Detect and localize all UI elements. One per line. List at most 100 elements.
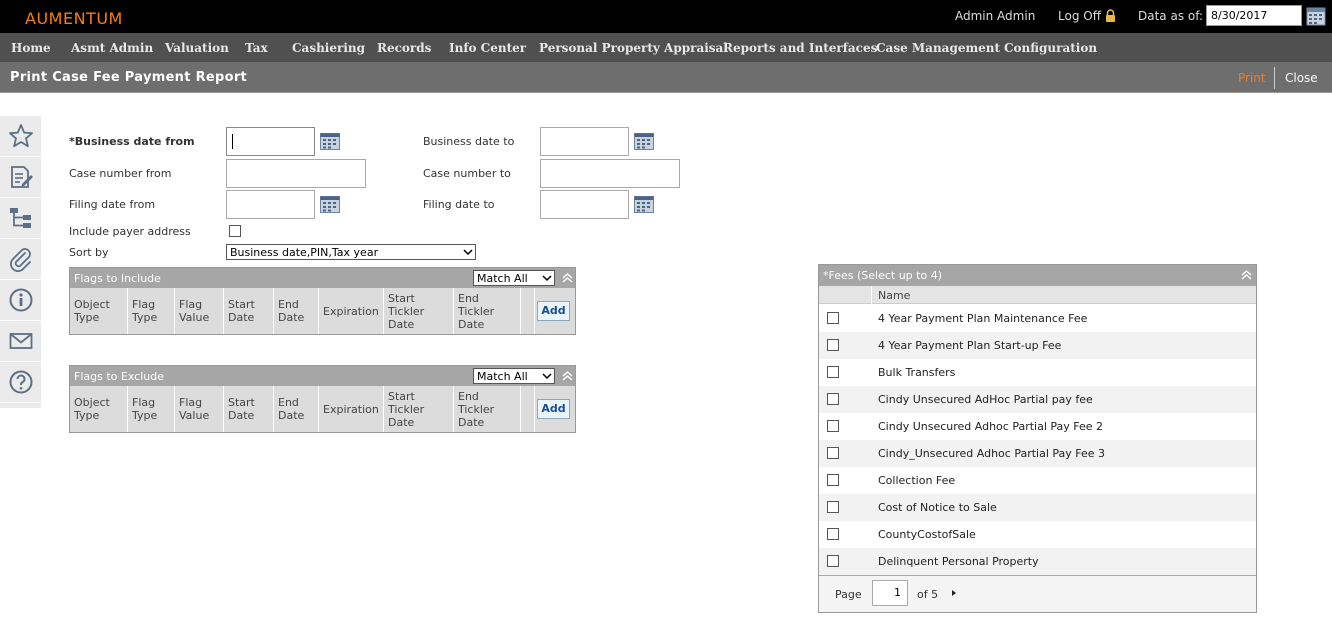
include-payer-address-checkbox[interactable] (229, 225, 241, 237)
fee-name: Cindy_Unsecured Adhoc Partial Pay Fee 3 (878, 447, 1106, 460)
column-header: Flag Value (175, 288, 224, 334)
calendar-icon[interactable] (634, 133, 654, 150)
column-header: Expiration (319, 386, 384, 432)
fee-checkbox[interactable] (827, 312, 839, 324)
fees-column-header: Name (819, 286, 1256, 304)
lock-icon[interactable] (1105, 9, 1116, 23)
nav-valuation[interactable]: Valuation (165, 41, 229, 55)
nav-personal-property-appraisal[interactable]: Personal Property Appraisal (539, 41, 728, 55)
main-nav: Home Asmt Admin Valuation Tax Cashiering… (0, 33, 1332, 62)
business-date-to-label: Business date to (423, 135, 515, 148)
nav-tax[interactable]: Tax (245, 41, 268, 55)
fee-name: Delinquent Personal Property (878, 555, 1039, 568)
business-date-from-input[interactable] (226, 127, 315, 156)
fee-checkbox[interactable] (827, 555, 839, 567)
filing-date-from-label: Filing date from (69, 198, 156, 211)
fee-row[interactable]: Cindy Unsecured AdHoc Partial pay fee (819, 386, 1256, 413)
name-column-header[interactable]: Name (878, 289, 910, 302)
edit-document-icon (10, 166, 33, 188)
notes-button[interactable] (0, 157, 41, 198)
column-header: Flag Type (128, 288, 175, 334)
divider (1274, 67, 1275, 89)
fee-name: Collection Fee (878, 474, 956, 487)
filing-date-to-input[interactable] (540, 190, 629, 219)
flags-exclude-columns: Object Type Flag Type Flag Value Start Date … (70, 386, 575, 432)
workflow-button[interactable] (0, 198, 41, 239)
nav-cashiering[interactable]: Cashiering (292, 41, 365, 55)
flags-include-header: Flags to Include Match All (70, 268, 575, 288)
fee-checkbox[interactable] (827, 339, 839, 351)
mail-button[interactable] (0, 321, 41, 362)
help-button[interactable] (0, 362, 41, 403)
attachments-button[interactable] (0, 239, 41, 280)
next-page-icon[interactable] (950, 589, 958, 597)
data-as-of-input[interactable]: 8/30/2017 (1206, 5, 1302, 26)
fee-checkbox[interactable] (827, 366, 839, 378)
flags-exclude-add-button[interactable]: Add (537, 399, 570, 419)
fees-header: *Fees (Select up to 4) (819, 265, 1256, 286)
fee-checkbox[interactable] (827, 474, 839, 486)
fee-checkbox[interactable] (827, 393, 839, 405)
nav-info-center[interactable]: Info Center (449, 41, 526, 55)
flags-include-match-select[interactable]: Match All (473, 270, 555, 286)
nav-reports-and-interfaces[interactable]: Reports and Interfaces (723, 41, 877, 55)
calendar-icon[interactable] (634, 196, 654, 213)
fees-pager: Page 1 of 5 (819, 575, 1256, 612)
page-title-bar: Print Case Fee Payment Report Print Clos… (0, 62, 1332, 93)
fee-row[interactable]: Cost of Notice to Sale (819, 494, 1256, 521)
star-icon (8, 124, 33, 148)
fee-name: CountyCostofSale (878, 528, 976, 541)
nav-asmt-admin[interactable]: Asmt Admin (71, 41, 153, 55)
include-payer-address-label: Include payer address (69, 225, 191, 238)
chevron-down-icon (463, 249, 473, 256)
collapse-icon[interactable] (562, 370, 573, 382)
collapse-icon[interactable] (562, 272, 573, 284)
flags-exclude-panel: Flags to Exclude Match All Object Type Fl… (69, 365, 576, 433)
flags-include-add-button[interactable]: Add (537, 301, 570, 321)
fee-row[interactable]: Cindy_Unsecured Adhoc Partial Pay Fee 3 (819, 440, 1256, 467)
calendar-icon[interactable] (320, 133, 340, 150)
left-toolbar (0, 116, 41, 408)
favorites-button[interactable] (0, 116, 41, 157)
collapse-icon[interactable] (1241, 269, 1252, 281)
mail-icon (9, 333, 32, 349)
business-date-to-input[interactable] (540, 127, 629, 156)
fee-name: Bulk Transfers (878, 366, 956, 379)
case-number-from-label: Case number from (69, 167, 172, 180)
flags-exclude-match-select[interactable]: Match All (473, 368, 555, 384)
case-number-to-label: Case number to (423, 167, 511, 180)
column-spacer (521, 288, 535, 334)
nav-case-management[interactable]: Case Management (876, 41, 1000, 55)
page-count: of 5 (917, 588, 939, 601)
info-button[interactable] (0, 280, 41, 321)
top-bar: AUMENTUM Admin Admin Log Off Data as of:… (0, 0, 1332, 33)
fee-row[interactable]: Cindy Unsecured Adhoc Partial Pay Fee 2 (819, 413, 1256, 440)
fee-checkbox[interactable] (827, 420, 839, 432)
print-button[interactable]: Print (1238, 71, 1266, 85)
flags-exclude-title: Flags to Exclude (74, 370, 164, 383)
calendar-icon[interactable] (1306, 5, 1326, 26)
fee-row[interactable]: 4 Year Payment Plan Maintenance Fee (819, 305, 1256, 332)
page-number-input[interactable]: 1 (872, 580, 908, 606)
fee-row[interactable]: 4 Year Payment Plan Start-up Fee (819, 332, 1256, 359)
fee-row[interactable]: Collection Fee (819, 467, 1256, 494)
user-name[interactable]: Admin Admin (955, 9, 1035, 23)
close-button[interactable]: Close (1285, 71, 1318, 85)
nav-home[interactable]: Home (11, 41, 51, 55)
fee-row[interactable]: Bulk Transfers (819, 359, 1256, 386)
case-number-from-input[interactable] (226, 159, 366, 188)
fee-checkbox[interactable] (827, 447, 839, 459)
flags-include-panel: Flags to Include Match All Object Type Fl… (69, 267, 576, 335)
sort-by-select[interactable]: Business date,PIN,Tax year (226, 244, 476, 260)
nav-configuration[interactable]: Configuration (1004, 41, 1097, 55)
fee-checkbox[interactable] (827, 501, 839, 513)
fee-checkbox[interactable] (827, 528, 839, 540)
case-number-to-input[interactable] (540, 159, 680, 188)
fee-row[interactable]: Delinquent Personal Property (819, 548, 1256, 575)
fee-row[interactable]: CountyCostofSale (819, 521, 1256, 548)
nav-records[interactable]: Records (377, 41, 431, 55)
filing-date-from-input[interactable] (226, 190, 315, 219)
logoff-link[interactable]: Log Off (1058, 9, 1101, 23)
column-header: Start Date (224, 386, 274, 432)
calendar-icon[interactable] (320, 196, 340, 213)
